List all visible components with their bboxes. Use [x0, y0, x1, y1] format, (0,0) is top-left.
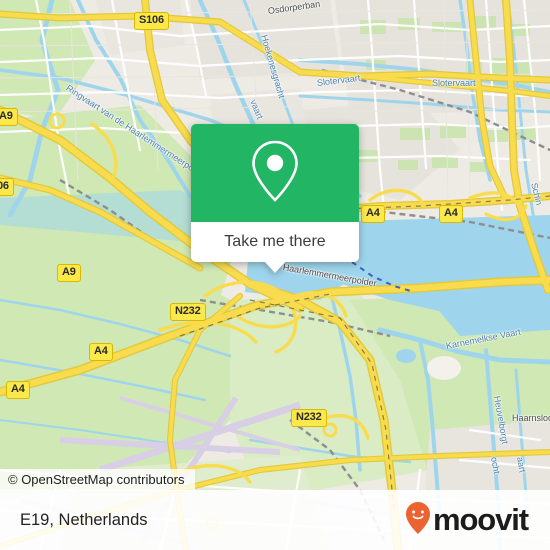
road-shield-n232: N232	[170, 303, 206, 321]
map-label-haarnsloot: Haarnsloot	[512, 413, 550, 423]
road-shield-a4-east1: A4	[361, 205, 385, 223]
road-shield-n232-south: N232	[291, 409, 327, 427]
popup-image-area	[191, 124, 359, 222]
road-shield-a4-left: A4	[6, 381, 30, 399]
place-title: E19, Netherlands	[20, 510, 148, 529]
road-shield-a4-mid: A4	[89, 343, 113, 361]
take-me-there-button[interactable]: Take me there	[191, 222, 359, 273]
road-shield-06-left: 06	[0, 178, 14, 196]
popup-pointer-tail	[264, 261, 286, 273]
moovit-logo[interactable]: moovit	[405, 501, 529, 540]
moovit-wordmark: moovit	[432, 502, 529, 537]
map-pin-icon	[247, 138, 303, 209]
take-me-there-label: Take me there	[224, 233, 326, 250]
road-shield-s106: S106	[134, 12, 169, 30]
road-shield-a4-east2: A4	[439, 205, 463, 223]
osm-attribution[interactable]: © OpenStreetMap contributors	[0, 469, 195, 491]
map-canvas[interactable]: S106 A9 06 A9 N232 A4 A4 A4 A4 N232 Osdo…	[0, 0, 550, 550]
road-shield-a9: A9	[57, 264, 81, 282]
location-popup-card[interactable]: Take me there	[191, 124, 359, 273]
moovit-map-screen: S106 A9 06 A9 N232 A4 A4 A4 A4 N232 Osdo…	[0, 0, 550, 550]
moovit-smiley-pin-icon	[405, 501, 431, 540]
road-shield-a9-left: A9	[0, 108, 18, 126]
map-label-slotervaart-east: Slotervaart	[432, 78, 476, 88]
footer-bar: E19, Netherlands moovit	[0, 490, 550, 550]
